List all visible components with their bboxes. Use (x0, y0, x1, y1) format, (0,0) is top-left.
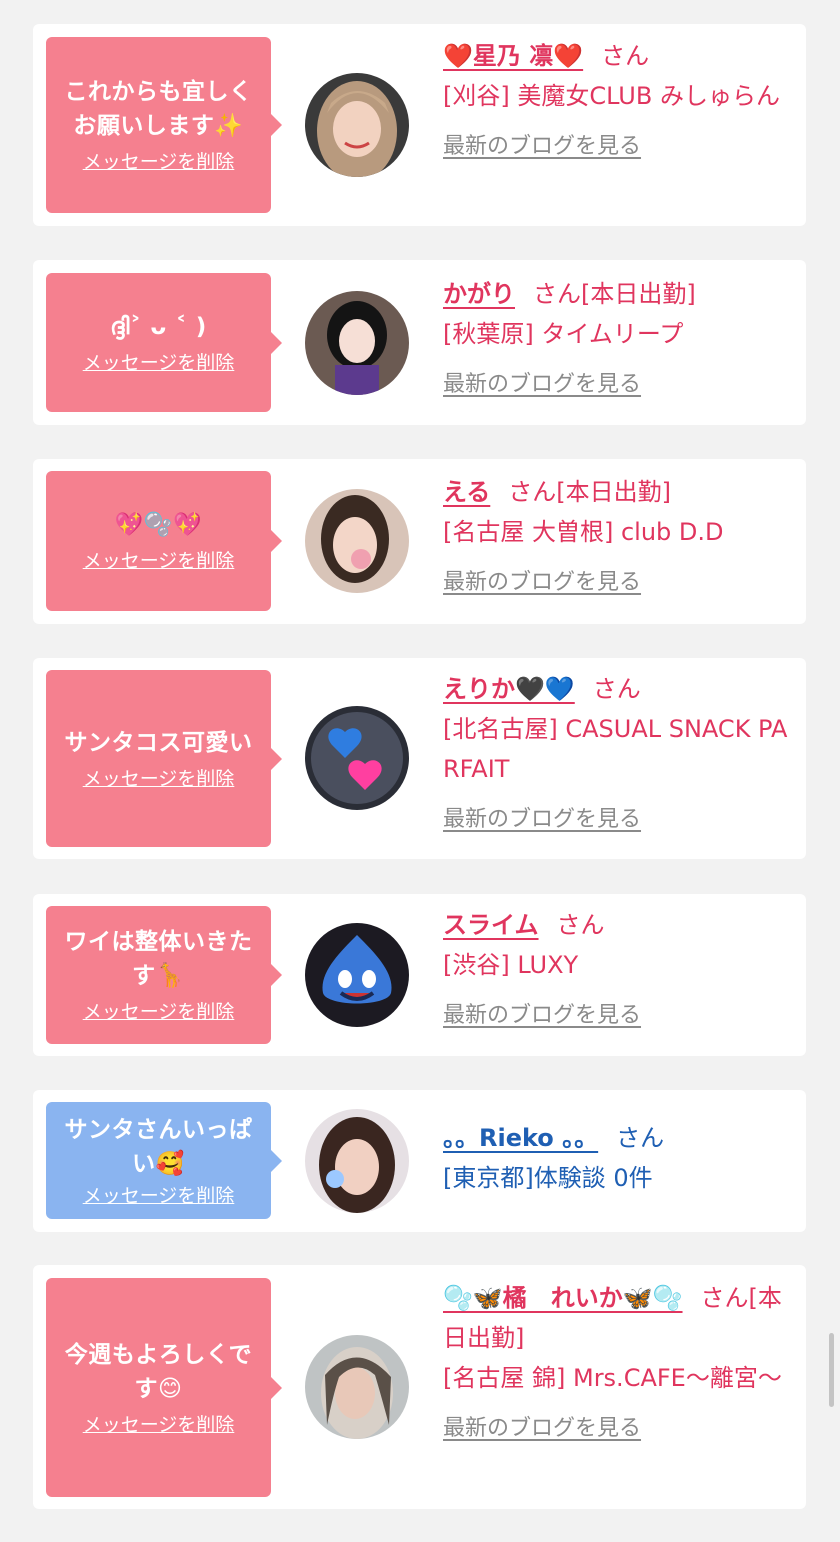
latest-blog-link[interactable]: 最新のブログを見る (443, 128, 641, 160)
cast-name-link[interactable]: ❤️星乃 凛❤️ (443, 42, 583, 70)
shop-info: [渋谷] LUXY (443, 951, 579, 979)
cast-name-link[interactable]: スライム (443, 911, 539, 939)
cast-name-link[interactable]: えりか🖤💙 (443, 675, 575, 703)
message-text: サンタコス可愛い (64, 729, 253, 756)
profile-info: ❤️星乃 凛❤️ さん [刈谷] 美魔女CLUB みしゅらん 最新のブログを見る (443, 36, 793, 160)
avatar-image (305, 73, 409, 177)
latest-blog-link[interactable]: 最新のブログを見る (443, 366, 641, 398)
name-line: える さん[本日出勤] (443, 472, 793, 512)
attendance-badge: [本日出勤] (556, 478, 672, 506)
avatar[interactable] (305, 706, 409, 810)
name-line: えりか🖤💙 さん (443, 669, 793, 709)
avatar[interactable] (305, 1109, 409, 1213)
latest-blog-link[interactable]: 最新のブログを見る (443, 801, 641, 833)
delete-message-link[interactable]: メッセージを削除 (83, 548, 235, 574)
message-text: 今週もよろしくです😊 (64, 1341, 253, 1402)
attendance-badge: [本日出勤] (581, 280, 696, 308)
shop-info: [北名古屋] CASUAL SNACK PARFAIT (443, 715, 788, 783)
cast-name-link[interactable]: 🫧🦋橘 れいか🦋🫧 (443, 1284, 683, 1312)
avatar-image (305, 706, 409, 810)
honorific: さん (601, 42, 650, 70)
avatar[interactable] (305, 923, 409, 1027)
review-count-info: [東京都]体験談 0件 (443, 1164, 653, 1192)
message-card: ワイは整体いきたす🦒 メッセージを削除 スライム さん [渋谷] LUXY 最新の… (33, 894, 806, 1056)
message-bubble: これからも宜しくお願いします✨ メッセージを削除 (46, 37, 282, 213)
name-line: スライム さん (443, 905, 793, 945)
shop-info: [名古屋 錦] Mrs.CAFE〜離宮〜 (443, 1364, 782, 1392)
avatar[interactable] (305, 1335, 409, 1439)
message-bubble: サンタコス可愛い メッセージを削除 (46, 670, 282, 847)
avatar-image (305, 1335, 409, 1439)
message-text: サンタさんいっぱい🥰 (64, 1116, 253, 1177)
delete-message-link[interactable]: メッセージを削除 (83, 1183, 235, 1209)
profile-info: えりか🖤💙 さん [北名古屋] CASUAL SNACK PARFAIT 最新のブ… (443, 669, 793, 833)
avatar[interactable] (305, 489, 409, 593)
profile-info: かがり さん[本日出勤] [秋葉原] タイムリープ 最新のブログを見る (443, 274, 793, 398)
avatar[interactable] (305, 291, 409, 395)
message-text: これからも宜しくお願いします✨ (64, 79, 253, 139)
message-card: これからも宜しくお願いします✨ メッセージを削除 ❤️星乃 凛❤️ さん [刈谷]… (33, 24, 806, 226)
name-line: かがり さん[本日出勤] (443, 274, 793, 314)
honorific: さん (592, 675, 641, 703)
delete-message-link[interactable]: メッセージを削除 (83, 999, 235, 1025)
profile-info: 🫧🦋橘 れいか🦋🫧 さん[本日出勤] [名古屋 錦] Mrs.CAFE〜離宮〜 最… (443, 1278, 793, 1442)
message-card: ദ്ദി˃ ᴗ ˂ ) メッセージを削除 かがり さん[本日出勤] [秋葉原] タ… (33, 260, 806, 425)
message-bubble: ワイは整体いきたす🦒 メッセージを削除 (46, 906, 282, 1044)
profile-info: スライム さん [渋谷] LUXY 最新のブログを見る (443, 905, 793, 1029)
honorific: さん (556, 911, 605, 939)
delete-message-link[interactable]: メッセージを削除 (83, 149, 235, 175)
cast-name-link[interactable]: える (443, 478, 490, 506)
scrollbar[interactable] (829, 1333, 834, 1407)
message-bubble: サンタさんいっぱい🥰 メッセージを削除 (46, 1102, 282, 1219)
latest-blog-link[interactable]: 最新のブログを見る (443, 1410, 641, 1442)
message-card: サンタコス可愛い メッセージを削除 えりか🖤💙 さん [北名古屋] CASUAL … (33, 658, 806, 859)
message-text: ദ്ദി˃ ᴗ ˂ ) (110, 313, 207, 340)
avatar-image (305, 923, 409, 1027)
message-bubble: 今週もよろしくです😊 メッセージを削除 (46, 1278, 282, 1497)
message-card: 今週もよろしくです😊 メッセージを削除 🫧🦋橘 れいか🦋🫧 さん[本日出勤] [名… (33, 1265, 806, 1509)
message-card: サンタさんいっぱい🥰 メッセージを削除 。。Rieko 。。 さん [東京都]体験… (33, 1090, 806, 1232)
cast-name-link[interactable]: かがり (443, 280, 515, 308)
avatar-image (305, 489, 409, 593)
delete-message-link[interactable]: メッセージを削除 (83, 350, 235, 376)
cast-name-link[interactable]: 。。Rieko 。。 (443, 1124, 598, 1152)
message-text: ワイは整体いきたす🦒 (64, 929, 253, 989)
honorific: さん (508, 478, 557, 506)
shop-info: [刈谷] 美魔女CLUB みしゅらん (443, 82, 780, 110)
shop-info: [秋葉原] タイムリープ (443, 320, 684, 348)
latest-blog-link[interactable]: 最新のブログを見る (443, 997, 641, 1029)
avatar-image (305, 291, 409, 395)
profile-info: える さん[本日出勤] [名古屋 大曽根] club D.D 最新のブログを見る (443, 472, 793, 596)
delete-message-link[interactable]: メッセージを削除 (83, 766, 235, 792)
honorific: さん (616, 1124, 665, 1152)
shop-info: [名古屋 大曽根] club D.D (443, 518, 724, 546)
name-line: 🫧🦋橘 れいか🦋🫧 さん[本日出勤] (443, 1278, 793, 1358)
message-text: 💖🫧💖 (114, 512, 203, 538)
message-card: 💖🫧💖 メッセージを削除 える さん[本日出勤] [名古屋 大曽根] club D… (33, 459, 806, 624)
message-bubble: ദ്ദി˃ ᴗ ˂ ) メッセージを削除 (46, 273, 282, 412)
honorific: さん (533, 280, 581, 308)
honorific: さん (700, 1284, 749, 1312)
avatar[interactable] (305, 73, 409, 177)
latest-blog-link[interactable]: 最新のブログを見る (443, 564, 641, 596)
name-line: ❤️星乃 凛❤️ さん (443, 36, 793, 76)
profile-info: 。。Rieko 。。 さん [東京都]体験談 0件 (443, 1118, 793, 1198)
name-line: 。。Rieko 。。 さん (443, 1118, 793, 1158)
avatar-image (305, 1109, 409, 1213)
message-bubble: 💖🫧💖 メッセージを削除 (46, 471, 282, 611)
delete-message-link[interactable]: メッセージを削除 (83, 1412, 235, 1438)
